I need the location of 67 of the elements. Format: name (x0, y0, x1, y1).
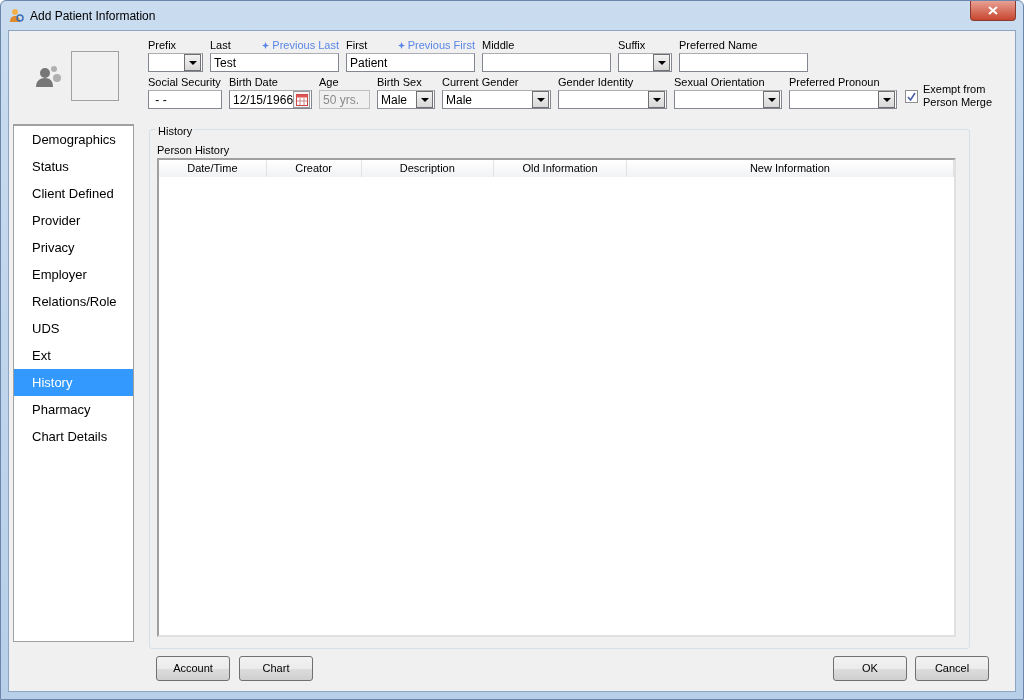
field-label: Preferred Name (679, 37, 758, 53)
column-header[interactable]: Creator (266, 160, 362, 177)
exempt-checkbox[interactable] (905, 89, 918, 103)
person-silhouette-icon (35, 63, 61, 89)
date-field[interactable]: 12/15/1966 (229, 90, 312, 109)
field-label: Current Gender (442, 74, 519, 90)
sidebar-item[interactable]: Employer (14, 261, 133, 288)
dropdown-arrow-icon (420, 97, 429, 102)
dropdown-arrow-icon (188, 60, 197, 65)
field-label: Birth Date (229, 74, 278, 90)
sidebar-item[interactable]: Chart Details (14, 423, 133, 450)
dialog-button[interactable]: Account (156, 656, 230, 681)
dropdown-field[interactable] (789, 90, 897, 109)
column-header[interactable]: Old Information (494, 160, 627, 177)
field-label: Middle (482, 37, 515, 53)
sidebar-item[interactable]: Demographics (14, 126, 133, 153)
input-field[interactable]: Patient (346, 53, 475, 72)
sidebar-item[interactable]: Provider (14, 207, 133, 234)
sidebar-item[interactable]: Status (14, 153, 133, 180)
field-label: Last (210, 37, 231, 53)
field-label: Suffix (618, 37, 646, 53)
column-header[interactable]: Date/Time (159, 160, 267, 177)
dropdown-field[interactable] (674, 90, 782, 109)
table-title: Person History (157, 144, 231, 157)
dropdown-field[interactable] (148, 53, 203, 72)
field-label: Preferred Pronoun (789, 74, 880, 90)
dropdown-field[interactable]: Male (377, 90, 435, 109)
checkbox-label: Exempt from Person Merge (923, 83, 994, 109)
column-header[interactable]: New Information (626, 160, 954, 177)
input-field[interactable]: Test (210, 53, 339, 72)
field-label: Birth Sex (377, 74, 422, 90)
sidebar-item[interactable]: UDS (14, 315, 133, 342)
close-button[interactable] (970, 1, 1016, 21)
dropdown-field[interactable]: Male (442, 90, 551, 109)
field-label: Social Security (148, 74, 221, 90)
sparkle-icon (262, 41, 270, 49)
dialog-button[interactable]: Chart (239, 656, 313, 681)
dropdown-arrow-icon (652, 97, 661, 102)
dropdown-arrow-icon (536, 97, 545, 102)
dialog-button[interactable]: Cancel (915, 656, 989, 681)
input-field[interactable] (679, 53, 808, 72)
dropdown-field[interactable] (618, 53, 672, 72)
sparkle-icon (397, 41, 405, 49)
sidebar-item[interactable]: Ext (14, 342, 133, 369)
dropdown-arrow-icon (767, 97, 776, 102)
field-label: Age (319, 74, 339, 90)
dialog-button[interactable]: OK (833, 656, 907, 681)
sidebar-item[interactable]: Pharmacy (14, 396, 133, 423)
calendar-icon (295, 93, 308, 106)
input-field: 50 yrs. (319, 90, 370, 109)
column-header[interactable]: Description (361, 160, 495, 177)
field-label: Prefix (148, 37, 177, 53)
close-icon (988, 6, 998, 15)
input-field[interactable]: - - (148, 90, 222, 109)
field-label: Gender Identity (558, 74, 634, 90)
window-title: Add Patient Information (30, 7, 156, 25)
sidebar-item[interactable]: Privacy (14, 234, 133, 261)
field-label: First (346, 37, 368, 53)
dropdown-arrow-icon (657, 60, 666, 65)
sidebar-item[interactable]: Client Defined (14, 180, 133, 207)
people-icon (9, 7, 25, 24)
dropdown-arrow-icon (882, 97, 891, 102)
sidebar-item[interactable]: Relations/Role (14, 288, 133, 315)
input-field[interactable] (482, 53, 611, 72)
field-label: Sexual Orientation (674, 74, 765, 90)
dropdown-field[interactable] (558, 90, 667, 109)
photo-placeholder (71, 51, 119, 101)
